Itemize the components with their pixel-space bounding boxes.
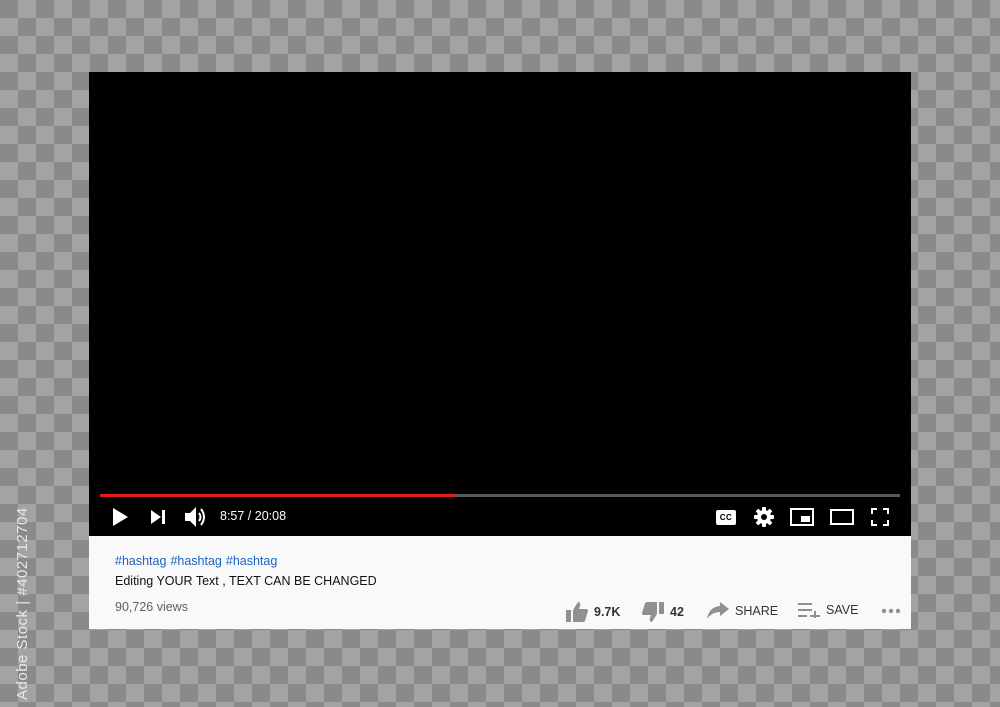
hashtag-list: #hashtag #hashtag #hashtag [115, 554, 281, 568]
volume-icon [185, 507, 205, 527]
like-count: 9.7K [594, 605, 621, 619]
play-icon [113, 508, 128, 526]
time-display: 8:57 / 20:08 [220, 509, 287, 523]
thumbs-up-icon [566, 602, 588, 622]
settings-button[interactable] [753, 506, 775, 528]
like-button[interactable]: 9.7K [566, 602, 620, 622]
fullscreen-button[interactable] [869, 506, 891, 528]
miniplayer-icon [790, 508, 814, 526]
next-button[interactable] [147, 506, 169, 528]
hashtag-link[interactable]: #hashtag [115, 554, 166, 568]
dislike-count: 42 [670, 605, 684, 619]
fullscreen-icon [871, 508, 889, 526]
gear-icon [754, 507, 774, 527]
captions-label: CC [719, 512, 733, 522]
share-button[interactable]: SHARE [707, 602, 778, 620]
video-area[interactable]: 8:57 / 20:08 CC [89, 72, 911, 536]
progress-bar[interactable] [100, 494, 900, 497]
video-title: Editing YOUR Text , TEXT CAN BE CHANGED [115, 574, 377, 588]
share-label: SHARE [735, 604, 779, 618]
save-button[interactable]: SAVE [798, 602, 858, 618]
more-icon [881, 608, 901, 614]
video-player: 8:57 / 20:08 CC #hashtag #hashtag #hasht… [89, 72, 911, 629]
share-icon [707, 602, 729, 619]
stock-watermark: Adobe Stock | #402712704 [14, 507, 31, 700]
thumbs-down-icon [642, 602, 664, 622]
captions-icon: CC [716, 509, 736, 525]
theater-mode-button[interactable] [829, 506, 855, 528]
playlist-add-icon [798, 603, 820, 618]
next-icon [151, 510, 165, 524]
theater-icon [830, 509, 854, 525]
more-actions-button[interactable] [881, 608, 901, 614]
progress-bar-fill [100, 494, 456, 497]
view-count: 90,726 views [115, 600, 188, 614]
dislike-button[interactable]: 42 [642, 602, 684, 622]
miniplayer-button[interactable] [790, 506, 814, 528]
hashtag-link[interactable]: #hashtag [226, 554, 277, 568]
volume-button[interactable] [183, 505, 209, 529]
play-button[interactable] [109, 506, 131, 528]
captions-button[interactable]: CC [715, 507, 737, 527]
hashtag-link[interactable]: #hashtag [170, 554, 221, 568]
save-label: SAVE [826, 603, 859, 617]
video-info-panel: #hashtag #hashtag #hashtag Editing YOUR Te… [89, 536, 911, 629]
